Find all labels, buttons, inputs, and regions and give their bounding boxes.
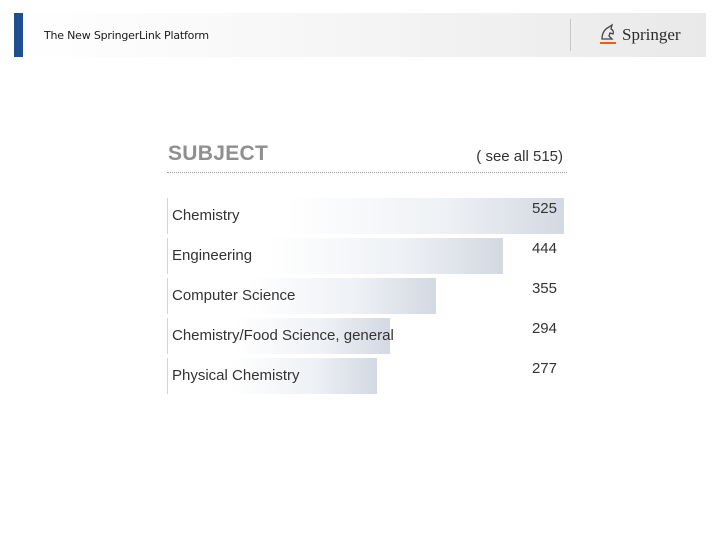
header-divider (570, 19, 571, 51)
slide-header: The New SpringerLink Platform Springer (14, 13, 706, 57)
subject-label: Engineering (172, 247, 253, 264)
header-title: The New SpringerLink Platform (44, 29, 209, 42)
subject-count: 294 (531, 320, 557, 337)
subject-title: SUBJECT (168, 142, 269, 165)
springer-logo: Springer (598, 22, 681, 48)
springer-horse-icon (600, 23, 616, 44)
subject-count: 525 (531, 200, 557, 217)
subject-label: Chemistry/Food Science, general (172, 327, 394, 344)
logo-text: Springer (622, 25, 681, 44)
see-all-subjects-link[interactable]: ( see all 515) (476, 148, 563, 165)
subject-count: 444 (531, 240, 557, 257)
subject-panel-header: SUBJECT ( see all 515) (167, 140, 567, 173)
subject-row[interactable]: Engineering 444 (167, 238, 567, 278)
subject-count: 277 (531, 360, 557, 377)
subject-count: 355 (531, 280, 557, 297)
subject-row[interactable]: Computer Science 355 (167, 278, 567, 318)
subject-row[interactable]: Physical Chemistry 277 (167, 358, 567, 398)
subject-label: Physical Chemistry (172, 367, 300, 384)
header-accent-bar (14, 13, 23, 57)
subject-facet-panel: SUBJECT ( see all 515) Chemistry 525 Eng… (167, 140, 567, 398)
subject-label: Computer Science (172, 287, 296, 304)
subject-row[interactable]: Chemistry 525 (167, 198, 567, 238)
subject-label: Chemistry (172, 207, 240, 224)
subject-row[interactable]: Chemistry/Food Science, general 294 (167, 318, 567, 358)
subject-list: Chemistry 525 Engineering 444 Computer S… (167, 198, 567, 398)
